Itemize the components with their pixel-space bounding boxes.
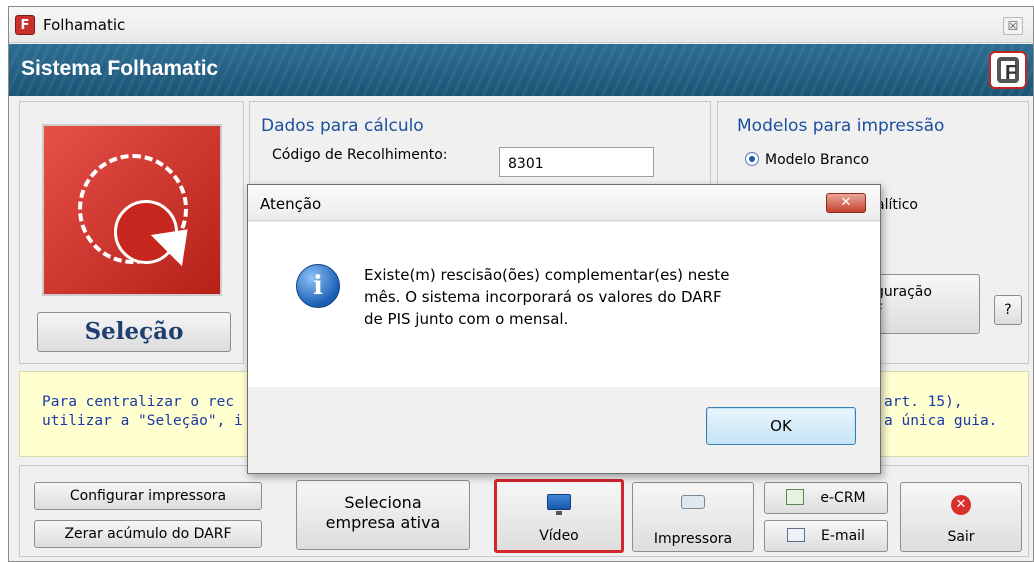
info-line2-right: a única guia.	[884, 413, 998, 429]
selection-illustration-icon[interactable]	[42, 124, 222, 296]
atencao-dialog: Atenção ✕ i Existe(m) rescisão(ões) comp…	[247, 184, 881, 474]
bottom-toolbar: Configurar impressora Zerar acúmulo do D…	[19, 465, 1029, 557]
ecrm-icon	[786, 489, 805, 505]
ok-button[interactable]: OK	[706, 407, 856, 445]
ecrm-button[interactable]: e-CRM	[764, 482, 888, 514]
printer-icon	[681, 495, 705, 509]
window-close-button[interactable]: ☒	[1003, 17, 1023, 35]
configurar-impressora-button[interactable]: Configurar impressora	[34, 482, 262, 510]
sair-button-label: Sair	[947, 529, 975, 545]
modelos-section-title: Modelos para impressão	[737, 116, 945, 136]
dialog-message: Existe(m) rescisão(ões) complementar(es)…	[364, 266, 730, 328]
header-banner: Sistema Folhamatic F	[9, 44, 1033, 96]
info-line2-left: utilizar a "Seleção", i	[42, 413, 243, 429]
radio-selected-icon[interactable]	[745, 152, 759, 166]
seleciona-empresa-ativa-button[interactable]: Seleciona empresa ativa	[296, 480, 470, 550]
impressora-button[interactable]: Impressora	[632, 482, 754, 552]
dados-section-title: Dados para cálculo	[261, 116, 424, 136]
radio-modelo-branco[interactable]: Modelo Branco	[745, 152, 869, 168]
monitor-icon	[547, 494, 571, 515]
dialog-body: i Existe(m) rescisão(ões) complementar(e…	[248, 222, 880, 387]
video-button[interactable]: Vídeo	[494, 479, 624, 553]
folhamatic-logo-icon: F	[989, 51, 1027, 89]
envelope-icon	[787, 528, 806, 542]
email-button[interactable]: E-mail	[764, 520, 888, 552]
window-title: Folhamatic	[43, 16, 126, 34]
configuracao-darf-button[interactable]: guração F	[868, 274, 980, 334]
banner-title: Sistema Folhamatic	[21, 57, 219, 80]
dialog-close-button[interactable]: ✕	[826, 193, 866, 213]
zerar-acumulo-darf-button[interactable]: Zerar acúmulo do DARF	[34, 520, 262, 548]
sair-button[interactable]: ✕ Sair	[900, 482, 1022, 552]
help-button[interactable]: ?	[994, 295, 1022, 325]
codigo-recolhimento-field[interactable]: 8301	[499, 147, 654, 177]
codigo-recolhimento-label: Código de Recolhimento:	[272, 147, 448, 163]
selecao-panel: Seleção	[19, 101, 244, 364]
app-icon: F	[15, 15, 35, 35]
video-button-label: Vídeo	[539, 528, 579, 544]
close-circle-icon: ✕	[951, 495, 971, 515]
radio-modelo-branco-label: Modelo Branco	[765, 152, 870, 168]
impressora-button-label: Impressora	[653, 531, 733, 547]
radio-modelo-analitico-label[interactable]: alítico	[876, 197, 918, 213]
info-icon: i	[296, 264, 340, 308]
window-titlebar: F Folhamatic ☒	[9, 7, 1033, 43]
dialog-titlebar: Atenção ✕	[248, 185, 880, 221]
info-line1-left: Para centralizar o rec	[42, 394, 235, 410]
info-line1-right: art. 15),	[884, 394, 963, 410]
dialog-title: Atenção	[260, 195, 322, 213]
selecao-button[interactable]: Seleção	[37, 312, 231, 352]
